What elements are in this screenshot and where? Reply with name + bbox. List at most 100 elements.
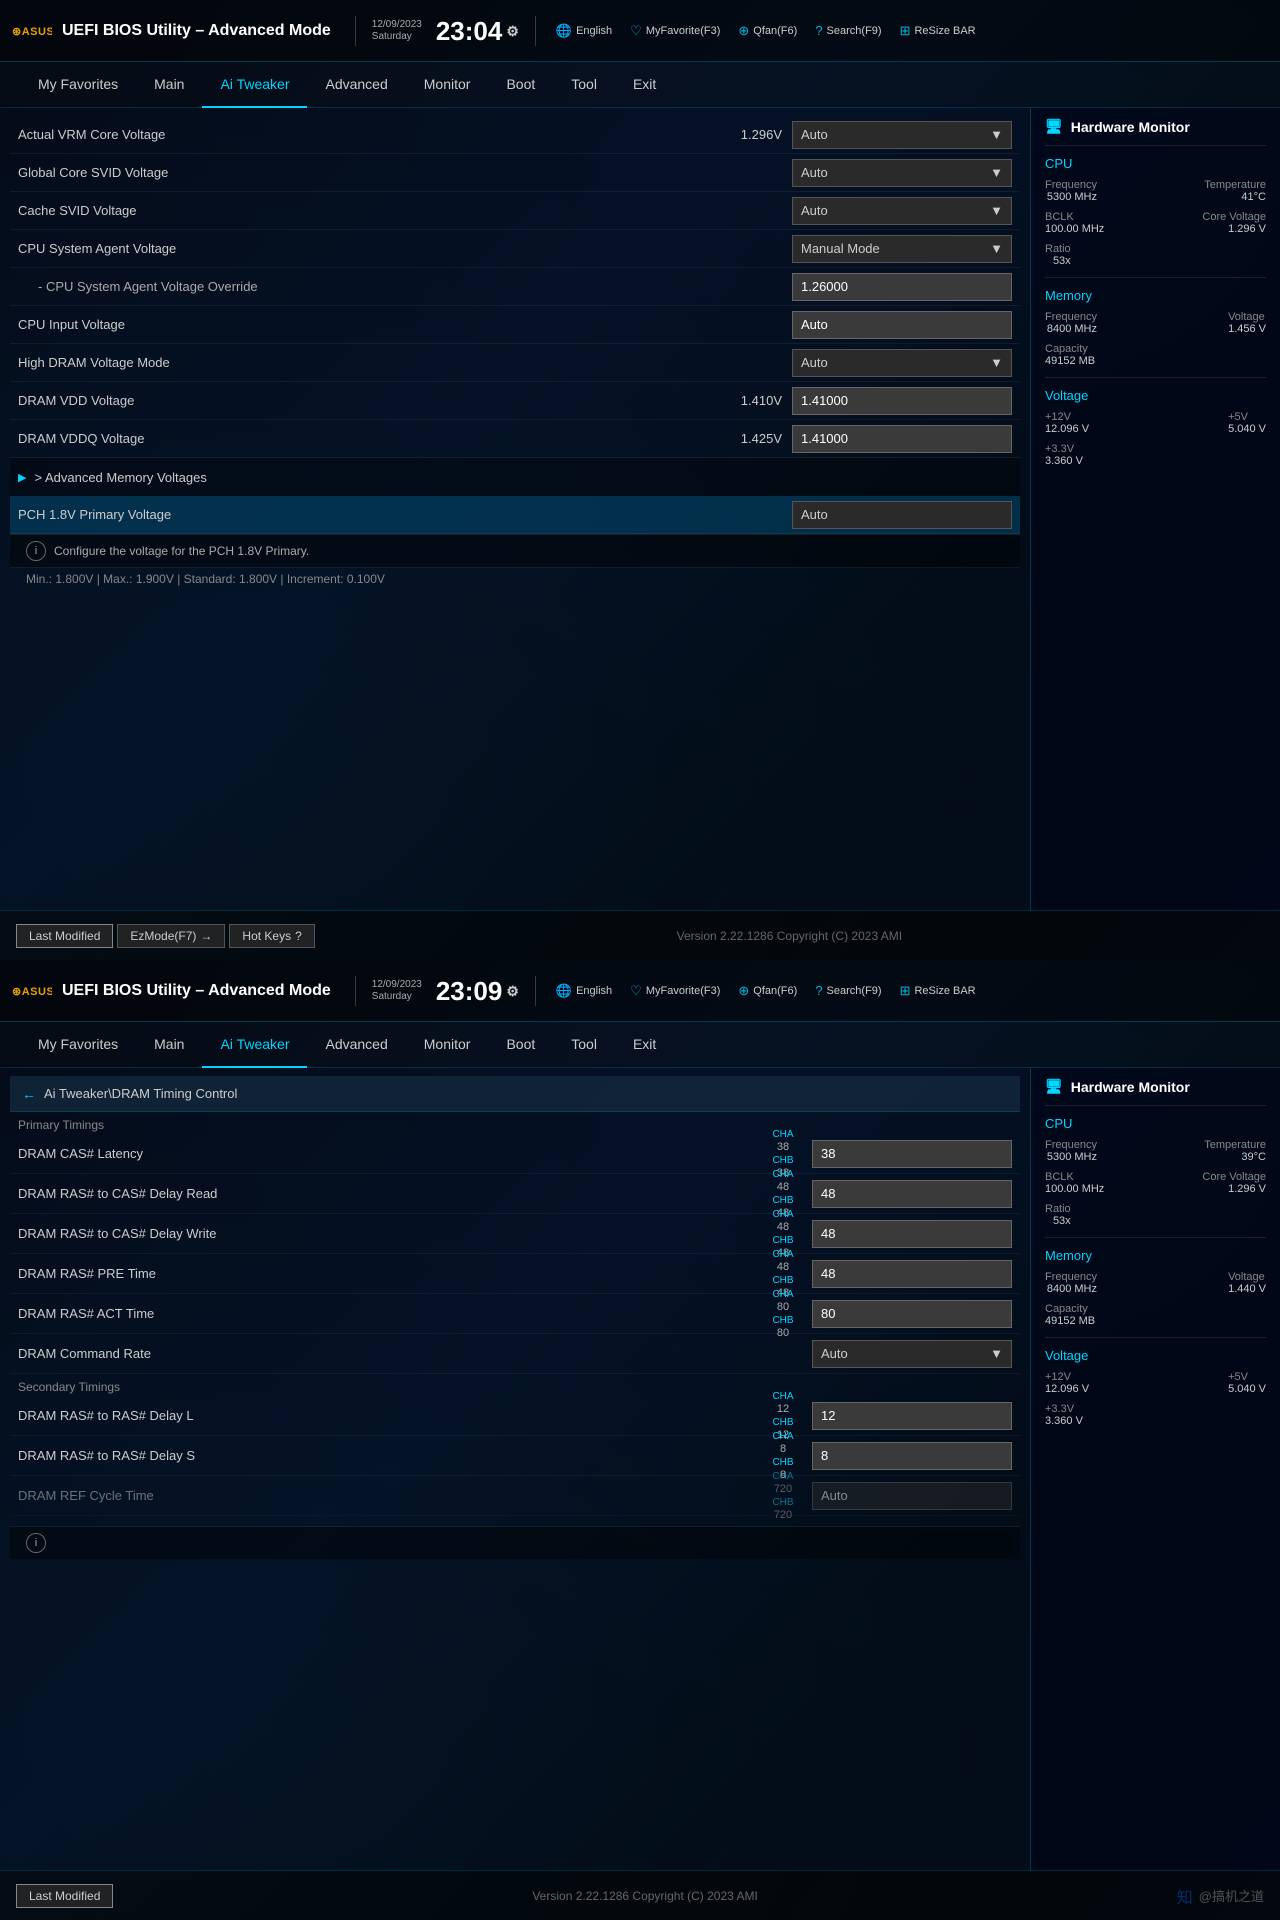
timing-input-ras-pre[interactable]: 48 [812, 1260, 1012, 1288]
nav-exit-2[interactable]: Exit [615, 1022, 674, 1068]
setting-label-pch18v: PCH 1.8V Primary Voltage [18, 507, 792, 522]
heart-icon-1: ♡ [630, 23, 642, 39]
hw-panel-2: 🖥 Hardware Monitor CPU Frequency 5300 MH… [1030, 1068, 1280, 1870]
setting-pch-18v[interactable]: PCH 1.8V Primary Voltage Auto [10, 496, 1020, 534]
hw2-cpu-freq-val: 5300 MHz [1045, 1151, 1097, 1163]
timing-input-ras-cas-r[interactable]: 48 [812, 1180, 1012, 1208]
nav-tool-1[interactable]: Tool [553, 62, 615, 108]
hw-cpu-temp-label: Temperature [1204, 179, 1266, 191]
timing-input-ras-cas-w[interactable]: 48 [812, 1220, 1012, 1248]
setting-dropdown-cpu-sa[interactable]: Manual Mode ▼ [792, 235, 1012, 263]
hw-cpu-title-2: CPU [1045, 1116, 1266, 1131]
setting-input-dram-vdd[interactable]: 1.41000 [792, 387, 1012, 415]
resizebar-btn-1[interactable]: ⊞ ReSize BAR [896, 21, 980, 41]
nav-aitweaker-1[interactable]: Ai Tweaker [202, 62, 307, 108]
search-btn-1[interactable]: ? Search(F9) [811, 21, 885, 40]
nav-myfavorites-1[interactable]: My Favorites [20, 62, 136, 108]
setting-cache-svid: Cache SVID Voltage Auto ▼ [10, 192, 1020, 230]
primary-timings-label: Primary Timings [10, 1112, 1020, 1134]
myfavorite-btn-2[interactable]: ♡ MyFavorite(F3) [626, 981, 724, 1001]
settings-gear-icon-2[interactable]: ⚙ [506, 984, 519, 998]
setting-adv-mem-voltages[interactable]: ▶ > Advanced Memory Voltages [10, 458, 1020, 496]
hw2-v33-val: 3.360 V [1045, 1415, 1083, 1427]
timing-ras-cas-read: DRAM RAS# to CAS# Delay Read CHA 48 CHB … [10, 1174, 1020, 1214]
language-selector-1[interactable]: 🌐 English [552, 21, 616, 41]
nav-tool-2[interactable]: Tool [553, 1022, 615, 1068]
hot-keys-btn-1[interactable]: Hot Keys ? [229, 924, 314, 948]
setting-label-csvid: Cache SVID Voltage [18, 203, 792, 218]
info-icon-2: i [26, 1533, 46, 1553]
timing-label-ras-ras-s: DRAM RAS# to RAS# Delay S [18, 1448, 758, 1463]
nav-exit-1[interactable]: Exit [615, 62, 674, 108]
timing-dropdown-cmd-rate[interactable]: Auto ▼ [812, 1340, 1012, 1368]
timing-label-cmd-rate: DRAM Command Rate [18, 1346, 758, 1361]
nav-advanced-2[interactable]: Advanced [307, 1022, 405, 1068]
ras-act-cha-chb: CHA 80 CHB 80 [758, 1289, 808, 1339]
setting-dropdown-gsvid[interactable]: Auto ▼ [792, 159, 1012, 187]
timing-input-cas[interactable]: 38 [812, 1140, 1012, 1168]
setting-dropdown-csvid[interactable]: Auto ▼ [792, 197, 1012, 225]
nav-main-1[interactable]: Main [136, 62, 202, 108]
hw-v33-label: +3.3V [1045, 443, 1083, 455]
bios-title-2: UEFI BIOS Utility – Advanced Mode [62, 982, 331, 1000]
hw-mem-cap-label: Capacity [1045, 343, 1095, 355]
nav-boot-2[interactable]: Boot [488, 1022, 553, 1068]
timing-ras-act: DRAM RAS# ACT Time CHA 80 CHB 80 80 [10, 1294, 1020, 1334]
bottom-btns-2: Last Modified [16, 1884, 113, 1908]
hw-mem-freq-val: 8400 MHz [1045, 323, 1097, 335]
hw2-ratio-row: Ratio 53x [1045, 1203, 1266, 1227]
setting-label-vrm: Actual VRM Core Voltage [18, 127, 737, 142]
back-arrow-icon[interactable]: ← [22, 1086, 36, 1102]
myfavorite-btn-1[interactable]: ♡ MyFavorite(F3) [626, 21, 724, 41]
qfan-btn-2[interactable]: ⊕ Qfan(F6) [734, 981, 801, 1001]
setting-dropdown-highdram[interactable]: Auto ▼ [792, 349, 1012, 377]
setting-dram-vddq: DRAM VDDQ Voltage 1.425V 1.41000 [10, 420, 1020, 458]
hw2-mem-title: Memory [1045, 1248, 1266, 1263]
setting-input-dram-vddq[interactable]: 1.41000 [792, 425, 1012, 453]
timing-input-ras-ras-s[interactable]: 8 [812, 1442, 1012, 1470]
hw-bclk-val: 100.00 MHz [1045, 223, 1104, 235]
setting-label-highdram: High DRAM Voltage Mode [18, 355, 792, 370]
timing-label-ras-ras-l: DRAM RAS# to RAS# Delay L [18, 1408, 758, 1423]
hw-v33-val: 3.360 V [1045, 455, 1083, 467]
setting-input-cpu-input[interactable]: Auto [792, 311, 1012, 339]
nav-myfavorites-2[interactable]: My Favorites [20, 1022, 136, 1068]
timing-input-ras-ras-l[interactable]: 12 [812, 1402, 1012, 1430]
settings-gear-icon-1[interactable]: ⚙ [506, 24, 519, 38]
last-modified-btn-2[interactable]: Last Modified [16, 1884, 113, 1908]
hw2-mem-cap-label: Capacity [1045, 1303, 1095, 1315]
hw2-mem-cap-row: Capacity 49152 MB [1045, 1303, 1266, 1327]
hw-v5-val: 5.040 V [1228, 423, 1266, 435]
last-modified-btn-1[interactable]: Last Modified [16, 924, 113, 948]
watermark-text: @搞机之道 [1199, 1886, 1264, 1905]
nav-aitweaker-2[interactable]: Ai Tweaker [202, 1022, 307, 1068]
heart-icon-2: ♡ [630, 983, 642, 999]
qfan-btn-1[interactable]: ⊕ Qfan(F6) [734, 21, 801, 41]
nav-bar-1: My Favorites Main Ai Tweaker Advanced Mo… [0, 62, 1280, 108]
arrow-icon-1: ▶ [18, 471, 26, 484]
setting-dropdown-vrm[interactable]: Auto ▼ [792, 121, 1012, 149]
language-selector-2[interactable]: 🌐 English [552, 981, 616, 1001]
main-area-2: ← Ai Tweaker\DRAM Timing Control Primary… [0, 1068, 1280, 1870]
nav-monitor-2[interactable]: Monitor [406, 1022, 489, 1068]
hw-v5-label: +5V [1228, 411, 1266, 423]
nav-advanced-1[interactable]: Advanced [307, 62, 405, 108]
nav-main-2[interactable]: Main [136, 1022, 202, 1068]
timing-label-ras-act: DRAM RAS# ACT Time [18, 1306, 758, 1321]
setting-input-cpu-sa-ov[interactable]: 1.26000 [792, 273, 1012, 301]
asus-logo-svg: ⊛ASUS [12, 20, 52, 42]
hw-ratio-label: Ratio [1045, 243, 1071, 255]
search-btn-2[interactable]: ? Search(F9) [811, 981, 885, 1000]
timing-input-ras-act[interactable]: 80 [812, 1300, 1012, 1328]
timing-label-ras-cas-w: DRAM RAS# to CAS# Delay Write [18, 1226, 758, 1241]
nav-boot-1[interactable]: Boot [488, 62, 553, 108]
timing-label-ref-cycle: DRAM REF Cycle Time [18, 1488, 758, 1503]
setting-dropdown-pch18v[interactable]: Auto [792, 501, 1012, 529]
ez-mode-btn-1[interactable]: EzMode(F7) → [117, 924, 225, 948]
resizebar-btn-2[interactable]: ⊞ ReSize BAR [896, 981, 980, 1001]
top-bar-2: ⊛ASUS UEFI BIOS Utility – Advanced Mode … [0, 960, 1280, 1022]
bottom-btns-1: Last Modified EzMode(F7) → Hot Keys ? [16, 924, 315, 948]
divider-2 [535, 16, 536, 46]
nav-monitor-1[interactable]: Monitor [406, 62, 489, 108]
hw2-v12-label: +12V [1045, 1371, 1089, 1383]
